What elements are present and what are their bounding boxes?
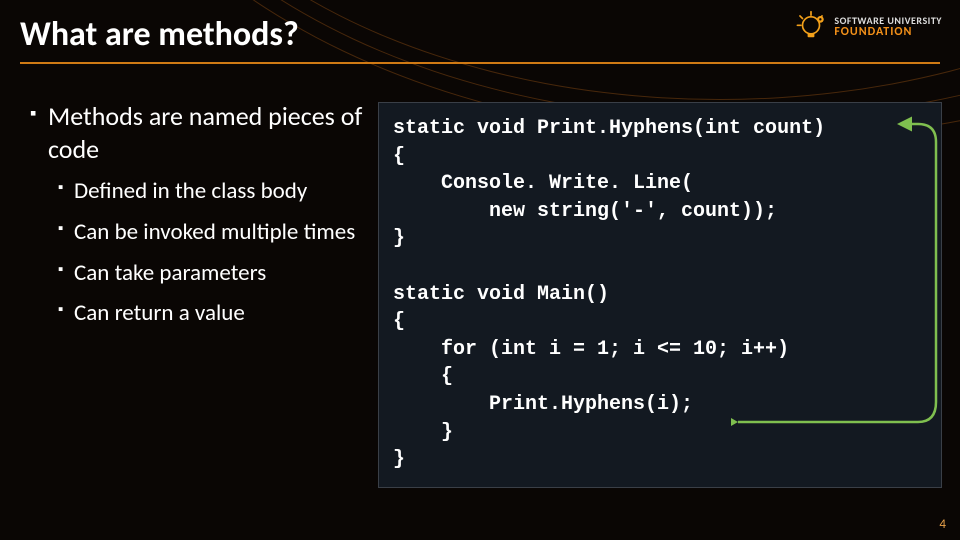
slide-title: What are methods? (20, 14, 299, 55)
bullet-main: Methods are named pieces of code (30, 100, 370, 165)
bullet-sub: Can take parameters (58, 259, 370, 288)
page-number: 4 (939, 517, 946, 532)
lightbulb-gear-icon (794, 10, 828, 44)
bullet-sub: Can be invoked multiple times (58, 218, 370, 247)
code-block: static void Print.Hyphens(int count) { C… (378, 102, 942, 488)
bullet-list: Methods are named pieces of code Defined… (30, 100, 370, 338)
logo-line2: FOUNDATION (834, 26, 942, 38)
logo: SOFTWARE UNIVERSITY FOUNDATION (794, 10, 942, 44)
bullet-sub: Defined in the class body (58, 177, 370, 206)
bullet-sub: Can return a value (58, 299, 370, 328)
title-underline (20, 62, 940, 64)
